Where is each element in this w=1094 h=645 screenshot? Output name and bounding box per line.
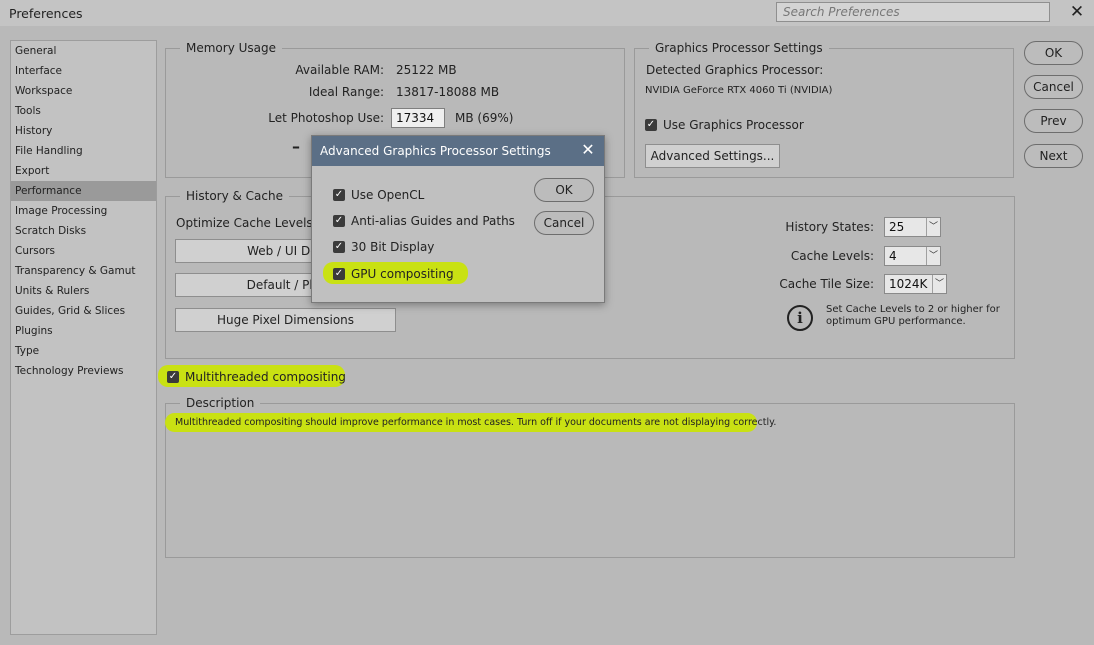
advanced-settings-button[interactable]: Advanced Settings... [645,144,780,168]
chevron-down-icon: ﹀ [926,218,940,236]
chevron-down-icon: ﹀ [926,247,940,265]
history-states-label: History States: [785,220,874,234]
cache-tile-size-value: 1024K [889,277,928,291]
advanced-gpu-settings-dialog: Advanced Graphics Processor Settings ✕ ✓… [311,135,605,303]
optimize-cache-label: Optimize Cache Levels a [176,216,324,230]
cache-tip-line-1: Set Cache Levels to 2 or higher for [826,304,1000,315]
dialog-cancel-button[interactable]: Cancel [534,211,594,235]
graphics-processor-legend: Graphics Processor Settings [649,41,829,55]
sidebar-item-interface[interactable]: Interface [11,61,156,81]
close-icon[interactable]: ✕ [1066,1,1088,23]
sidebar: General Interface Workspace Tools Histor… [10,40,157,635]
sidebar-item-general[interactable]: General [11,41,156,61]
thirty-bit-display-label: 30 Bit Display [351,240,435,254]
available-ram-value: 25122 MB [396,63,457,77]
sidebar-item-file-handling[interactable]: File Handling [11,141,156,161]
cache-tile-size-label: Cache Tile Size: [779,277,874,291]
description-text: Multithreaded compositing should improve… [175,417,777,428]
cache-levels-label: Cache Levels: [790,249,874,263]
history-states-value: 25 [889,220,905,234]
sidebar-item-workspace[interactable]: Workspace [11,81,156,101]
memory-unit-label: MB (69%) [455,111,514,125]
dialog-title-bar: Advanced Graphics Processor Settings ✕ [312,136,604,166]
multithreaded-label: Multithreaded compositing [185,370,346,384]
dialog-close-icon[interactable]: ✕ [578,140,598,160]
dialog-ok-button[interactable]: OK [534,178,594,202]
sidebar-item-cursors[interactable]: Cursors [11,241,156,261]
cache-levels-value: 4 [889,249,897,263]
sidebar-item-type[interactable]: Type [11,341,156,361]
sidebar-item-technology-previews[interactable]: Technology Previews [11,361,156,381]
ideal-range-value: 13817-18088 MB [396,85,500,99]
sidebar-item-export[interactable]: Export [11,161,156,181]
next-button[interactable]: Next [1024,144,1083,168]
cache-tip-line-2: optimum GPU performance. [826,316,966,327]
sidebar-item-history[interactable]: History [11,121,156,141]
chevron-down-icon: ﹀ [932,275,946,293]
description-legend: Description [180,396,261,410]
cache-levels-select[interactable]: 4 ﹀ [884,246,941,266]
cancel-button[interactable]: Cancel [1024,75,1083,99]
title-bar: Preferences Search Preferences ✕ [0,0,1094,26]
let-photoshop-use-label: Let Photoshop Use: [268,111,384,125]
use-opencl-checkbox[interactable]: ✓ [333,189,345,201]
sidebar-item-plugins[interactable]: Plugins [11,321,156,341]
dialog-title: Advanced Graphics Processor Settings [320,144,551,158]
sidebar-item-performance[interactable]: Performance [11,181,156,201]
sidebar-item-units-rulers[interactable]: Units & Rulers [11,281,156,301]
use-gpu-label: Use Graphics Processor [663,118,804,132]
sidebar-item-transparency-gamut[interactable]: Transparency & Gamut [11,261,156,281]
history-cache-legend: History & Cache [180,189,289,203]
thirty-bit-display-checkbox[interactable]: ✓ [333,241,345,253]
search-preferences-input[interactable]: Search Preferences [776,2,1050,22]
sidebar-item-tools[interactable]: Tools [11,101,156,121]
multithreaded-checkbox[interactable]: ✓ [167,371,179,383]
cache-tile-size-select[interactable]: 1024K ﹀ [884,274,947,294]
prev-button[interactable]: Prev [1024,109,1083,133]
memory-amount-input[interactable]: 17334 [391,108,445,128]
sidebar-item-scratch-disks[interactable]: Scratch Disks [11,221,156,241]
sidebar-item-guides-grid-slices[interactable]: Guides, Grid & Slices [11,301,156,321]
gpu-compositing-label: GPU compositing [351,267,454,281]
info-icon: i [787,305,813,331]
detected-gpu-label: Detected Graphics Processor: [646,63,824,77]
gpu-compositing-checkbox[interactable]: ✓ [333,268,345,280]
gpu-name: NVIDIA GeForce RTX 4060 Ti (NVIDIA) [645,85,833,96]
use-opencl-label: Use OpenCL [351,188,425,202]
memory-usage-legend: Memory Usage [180,41,283,55]
use-gpu-checkbox[interactable]: ✓ [645,119,657,131]
ok-button[interactable]: OK [1024,41,1083,65]
available-ram-label: Available RAM: [295,63,384,77]
window-title: Preferences [9,6,83,21]
sidebar-item-image-processing[interactable]: Image Processing [11,201,156,221]
anti-alias-checkbox[interactable]: ✓ [333,215,345,227]
huge-pixel-dimensions-button[interactable]: Huge Pixel Dimensions [175,308,396,332]
anti-alias-label: Anti-alias Guides and Paths [351,214,515,228]
memory-slider-minus[interactable]: – [292,137,300,156]
ideal-range-label: Ideal Range: [308,85,384,99]
history-states-select[interactable]: 25 ﹀ [884,217,941,237]
